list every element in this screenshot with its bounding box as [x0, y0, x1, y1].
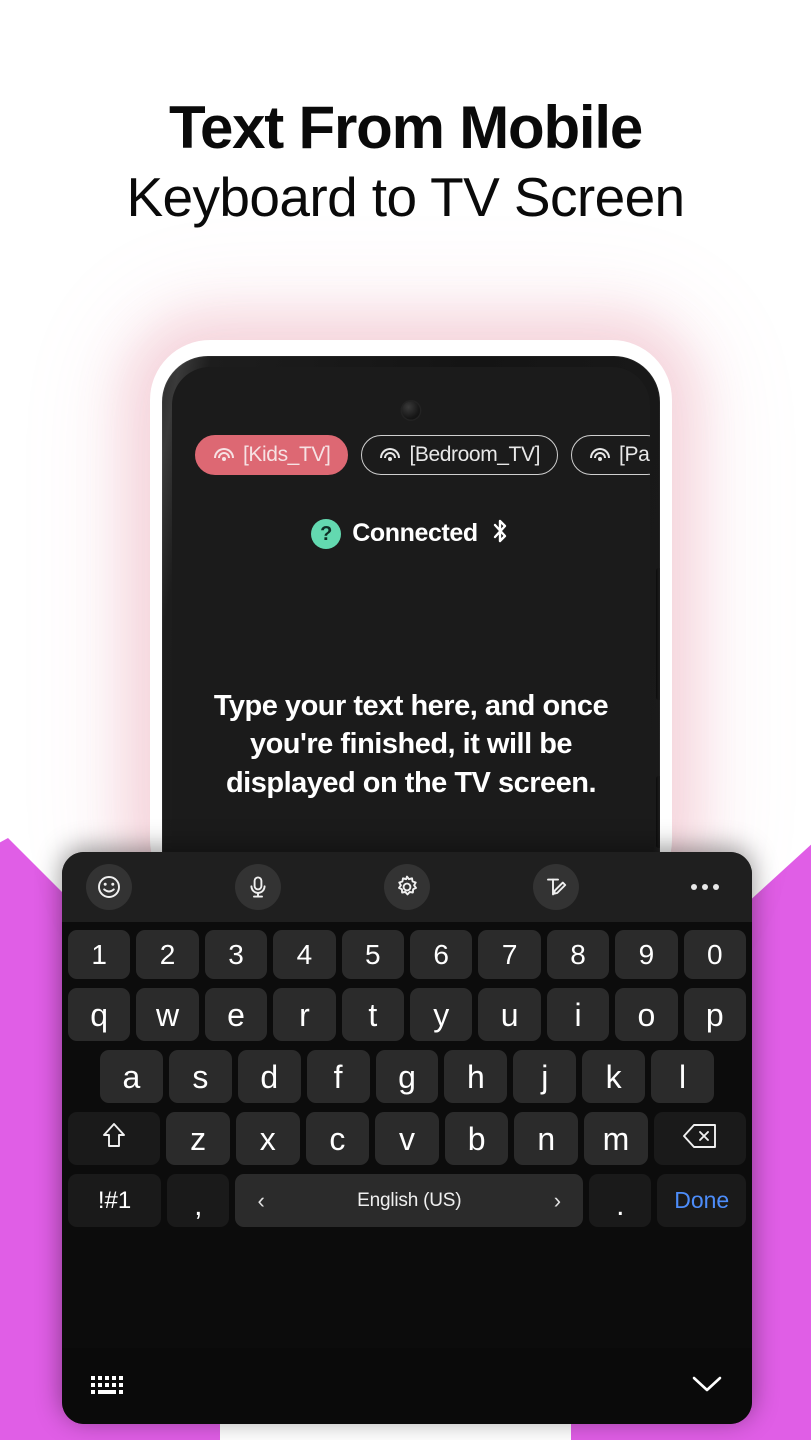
keyboard-icon[interactable]: [90, 1373, 126, 1399]
gear-icon[interactable]: [384, 864, 430, 910]
keyboard-row-numbers: 1 2 3 4 5 6 7 8 9 0: [67, 930, 747, 979]
shift-key[interactable]: [68, 1112, 161, 1165]
key-v[interactable]: v: [375, 1112, 439, 1165]
key-7[interactable]: 7: [478, 930, 541, 979]
wifi-icon: [213, 447, 234, 463]
bluetooth-icon: [489, 517, 511, 550]
key-r[interactable]: r: [273, 988, 336, 1041]
power-button[interactable]: [656, 776, 660, 848]
key-j[interactable]: j: [513, 1050, 577, 1103]
key-d[interactable]: d: [237, 1050, 301, 1103]
key-f[interactable]: f: [306, 1050, 370, 1103]
key-m[interactable]: m: [584, 1112, 648, 1165]
emoji-icon[interactable]: [86, 864, 132, 910]
key-g[interactable]: g: [375, 1050, 439, 1103]
key-h[interactable]: h: [444, 1050, 508, 1103]
key-u[interactable]: u: [478, 988, 541, 1041]
wifi-icon: [589, 447, 610, 463]
status-badge: ? Connected: [172, 517, 650, 550]
key-t[interactable]: t: [341, 988, 404, 1041]
help-question-icon[interactable]: ?: [311, 518, 342, 549]
key-9[interactable]: 9: [615, 930, 678, 979]
key-a[interactable]: a: [100, 1050, 163, 1103]
key-x[interactable]: x: [235, 1112, 300, 1165]
wifi-icon: [379, 447, 400, 463]
key-i[interactable]: i: [546, 988, 610, 1041]
chevron-down-icon[interactable]: [690, 1373, 724, 1400]
key-z[interactable]: z: [166, 1112, 230, 1165]
keyboard-row-function: !#1 , ‹ English (US) › . Done: [68, 1174, 746, 1227]
volume-button[interactable]: [656, 568, 660, 700]
device-chip-label: [Pa: [619, 443, 650, 466]
device-chip-list: [Kids_TV] [Bedroom_TV] [Pa: [172, 435, 650, 475]
key-6[interactable]: 6: [410, 930, 473, 979]
shift-arrow-icon: [99, 1120, 129, 1157]
key-y[interactable]: y: [410, 988, 473, 1041]
page-title: Text From Mobile Keyboard to TV Screen: [0, 94, 811, 228]
keyboard-row-top: q w e r t y u i o p: [67, 988, 747, 1041]
language-label: English (US): [357, 1190, 462, 1211]
key-4[interactable]: 4: [273, 930, 336, 979]
key-c[interactable]: c: [305, 1112, 370, 1165]
microphone-icon[interactable]: [235, 864, 281, 910]
key-o[interactable]: o: [615, 988, 678, 1041]
hero-instruction-text: Type your text here, and once you're fin…: [213, 690, 609, 799]
key-k[interactable]: k: [582, 1050, 646, 1103]
device-chip-partial[interactable]: [Pa: [571, 435, 650, 475]
key-1[interactable]: 1: [67, 930, 131, 979]
keyboard-toolbar: [62, 852, 752, 922]
key-l[interactable]: l: [651, 1050, 715, 1103]
keyboard-row-home: a s d f g h j k l: [68, 1050, 746, 1103]
more-options-icon[interactable]: [682, 864, 728, 910]
status-text: Connected: [352, 519, 478, 547]
key-5[interactable]: 5: [341, 930, 404, 979]
key-n[interactable]: n: [514, 1112, 579, 1165]
device-chip-label: [Kids_TV]: [243, 443, 331, 466]
on-screen-keyboard: 1 2 3 4 5 6 7 8 9 0 q w e r t y u i o p …: [62, 852, 752, 1424]
headline-line-1: Text From Mobile: [168, 94, 643, 161]
keyboard-key-rows: 1 2 3 4 5 6 7 8 9 0 q w e r t y u i o p …: [62, 922, 752, 1227]
period-key[interactable]: .: [589, 1174, 652, 1227]
bluetooth-glyph: [493, 519, 506, 543]
keyboard-nav-bar: [62, 1348, 752, 1424]
key-2[interactable]: 2: [136, 930, 199, 979]
symbols-key[interactable]: !#1: [68, 1174, 162, 1227]
front-camera: [400, 400, 422, 421]
key-e[interactable]: e: [204, 988, 268, 1041]
device-chip-label: [Bedroom_TV]: [409, 443, 541, 466]
poster-canvas: Text From Mobile Keyboard to TV Screen […: [0, 0, 811, 1440]
key-3[interactable]: 3: [204, 930, 268, 979]
key-s[interactable]: s: [168, 1050, 232, 1103]
key-w[interactable]: w: [136, 988, 199, 1041]
key-q[interactable]: q: [67, 988, 131, 1041]
key-b[interactable]: b: [444, 1112, 509, 1165]
backspace-key[interactable]: [653, 1112, 747, 1165]
prev-language-icon[interactable]: ‹: [257, 1189, 264, 1212]
backspace-icon: [681, 1122, 719, 1155]
device-chip-bedroom-tv[interactable]: [Bedroom_TV]: [361, 435, 559, 475]
comma-key[interactable]: ,: [167, 1174, 230, 1227]
space-bar[interactable]: ‹ English (US) ›: [235, 1174, 584, 1227]
done-key[interactable]: Done: [657, 1174, 746, 1227]
key-0[interactable]: 0: [683, 930, 747, 979]
headline-line-2: Keyboard to TV Screen: [126, 165, 685, 228]
next-language-icon[interactable]: ›: [554, 1189, 561, 1212]
handwriting-icon[interactable]: [533, 864, 579, 910]
key-p[interactable]: p: [683, 988, 747, 1041]
device-chip-kids-tv[interactable]: [Kids_TV]: [195, 435, 349, 475]
key-8[interactable]: 8: [546, 930, 610, 979]
keyboard-row-bottom: z x c v b n m: [68, 1112, 747, 1165]
